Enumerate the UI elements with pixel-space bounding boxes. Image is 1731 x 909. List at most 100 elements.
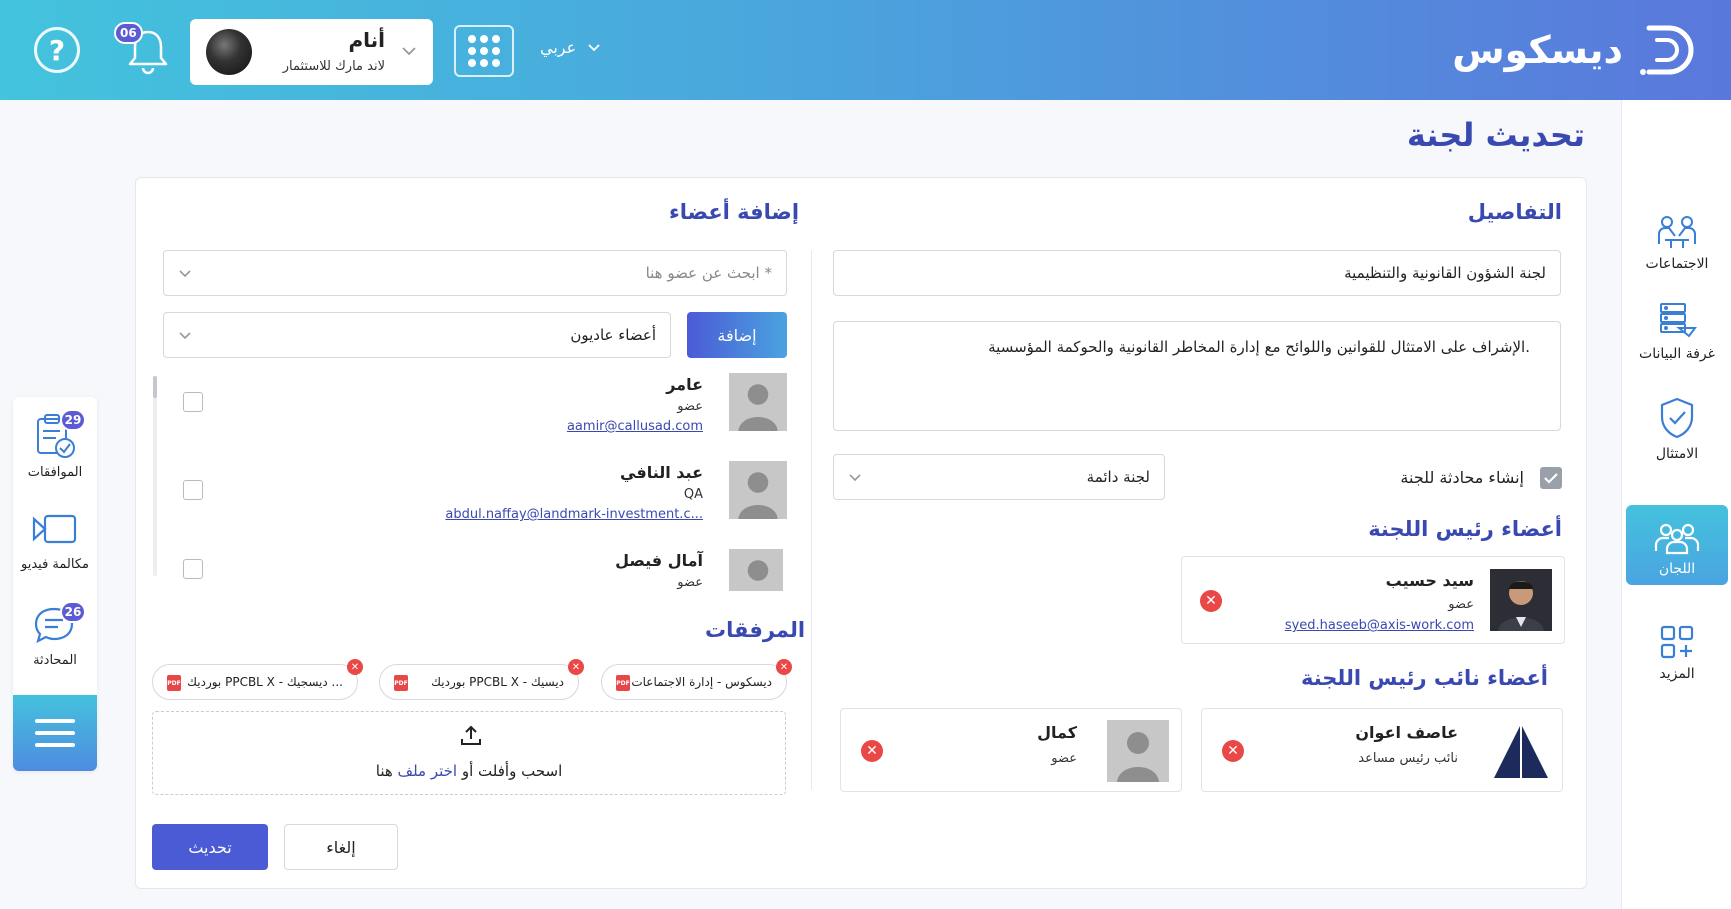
data-room-icon	[1660, 303, 1697, 338]
member-name: عبد النافي	[620, 463, 703, 482]
select-member-checkbox[interactable]	[183, 392, 203, 412]
select-member-checkbox[interactable]	[183, 480, 203, 500]
apps-grid-button[interactable]	[454, 25, 514, 77]
close-icon: ✕	[1227, 743, 1239, 759]
list-item: عامر عضو aamir@callusad.com	[163, 373, 787, 459]
app-logo[interactable]: ديسكوس	[1452, 16, 1701, 84]
pdf-file-icon: PDF	[394, 675, 408, 691]
attachments-section-title: المرفقات	[705, 618, 806, 642]
member-name: عامر	[666, 375, 703, 394]
nav-item-data-room[interactable]: غرفة البيانات	[1626, 290, 1728, 370]
checkmark-icon	[1544, 473, 1558, 484]
attachment-chip[interactable]: PDF بورديك PPCBL X - ديسجيك ... ✕	[152, 659, 363, 700]
nav-item-label: الاجتماعات	[1645, 256, 1709, 272]
pdf-file-icon: PDF	[616, 675, 630, 691]
remove-attachment-button[interactable]: ✕	[776, 659, 792, 675]
member-email[interactable]: abdul.naffay@landmark-investment.c...	[445, 507, 703, 522]
nav-item-label: الامتثال	[1655, 446, 1699, 462]
top-header: ديسكوس ? 06 أنام لاند مارك للاستثمار عرب…	[0, 0, 1731, 100]
dropzone-text: اسحب وأفلت أو اختر ملف هنا	[153, 762, 785, 780]
committees-icon	[1654, 523, 1700, 555]
pdf-file-icon: PDF	[167, 675, 181, 691]
list-item: عبد النافي QA abdul.naffay@landmark-inve…	[163, 461, 787, 547]
attachment-chip[interactable]: PDF ديسكوس - إدارة الاجتماعات ✕	[601, 659, 792, 700]
logo-text: ديسكوس	[1452, 28, 1623, 72]
compliance-shield-icon	[1660, 397, 1694, 439]
remove-attachment-button[interactable]: ✕	[347, 659, 363, 675]
vice-chair-section-title: أعضاء نائب رئيس اللجنة	[1300, 666, 1548, 690]
member-photo	[1490, 720, 1552, 782]
chevron-down-icon	[402, 47, 416, 56]
member-name: عاصف اعوان	[1355, 723, 1458, 742]
committee-description-field[interactable]: الإشراف على الامتثال للقوانين واللوائح م…	[833, 321, 1561, 431]
committee-description-value: الإشراف على الامتثال للقوانين واللوائح م…	[988, 338, 1530, 356]
member-photo-placeholder	[729, 461, 787, 519]
member-role: عضو	[1051, 751, 1077, 766]
attachment-name: بورديك PPCBL X - ديسجيك ...	[187, 675, 343, 689]
column-divider	[811, 250, 812, 790]
main-nav-sidebar: الاجتماعات غرفة البيانات الامتثال اللجان	[1621, 100, 1731, 909]
attachment-name: ديسكوس - إدارة الاجتماعات	[631, 675, 772, 689]
approvals-badge: 29	[60, 409, 86, 431]
nav-item-label: اللجان	[1658, 561, 1696, 577]
list-item: آمال فيصل عضو	[163, 549, 783, 591]
cancel-button[interactable]: إلغاء	[284, 824, 398, 870]
member-photo	[1490, 569, 1552, 631]
member-list-scrollbar[interactable]	[153, 376, 157, 576]
chevron-down-icon	[588, 43, 600, 51]
choose-file-link[interactable]: اختر ملف	[398, 762, 458, 780]
language-selector[interactable]: عربي	[540, 38, 602, 57]
chair-section-title: أعضاء رئيس اللجنة	[1368, 517, 1562, 541]
remove-member-button[interactable]: ✕	[1200, 590, 1222, 612]
dropzone-prompt: اسحب وأفلت أو	[461, 762, 563, 780]
vice-chair-member-card: عاصف اعوان نائب رئيس مساعد ✕	[1201, 708, 1563, 792]
nav-item-meetings[interactable]: الاجتماعات	[1626, 200, 1728, 280]
add-member-button[interactable]: إضافة	[687, 312, 787, 358]
create-chat-checkbox[interactable]	[1540, 467, 1562, 489]
remove-member-button[interactable]: ✕	[1222, 740, 1244, 762]
close-icon: ✕	[866, 743, 878, 759]
help-button[interactable]: ?	[34, 27, 80, 73]
attachment-chip[interactable]: PDF بورديك PPCBL X - ديسيك ✕	[379, 659, 584, 700]
close-icon: ✕	[779, 661, 789, 673]
quick-actions-sidebar: الموافقات 29 مكالمة فيديو المحادثة 26	[13, 397, 97, 771]
member-name: سيد حسيب	[1385, 571, 1474, 590]
member-type-select[interactable]: أعضاء عاديون	[163, 312, 671, 358]
close-icon: ✕	[1205, 593, 1217, 609]
remove-attachment-button[interactable]: ✕	[568, 659, 584, 675]
nav-item-committees[interactable]: اللجان	[1626, 505, 1728, 585]
notification-badge: 06	[114, 22, 143, 44]
file-dropzone[interactable]: اسحب وأفلت أو اختر ملف هنا	[152, 711, 786, 795]
nav-item-label: غرفة البيانات	[1639, 346, 1715, 362]
member-photo-placeholder	[729, 373, 787, 431]
vice-chair-member-card: كمال عضو ✕	[840, 708, 1182, 792]
member-photo-placeholder	[729, 549, 783, 591]
member-email[interactable]: aamir@callusad.com	[567, 419, 703, 434]
member-search-input[interactable]: ابحث عن عضو هنا *	[163, 250, 787, 296]
language-label: عربي	[540, 38, 577, 57]
committee-type-select[interactable]: لجنة دائمة	[833, 454, 1165, 500]
member-email[interactable]: syed.haseeb@axis-work.com	[1285, 618, 1474, 633]
nav-item-compliance[interactable]: الامتثال	[1626, 390, 1728, 470]
nav-item-label: المزيد	[1659, 666, 1695, 682]
chevron-down-icon	[179, 270, 191, 278]
remove-member-button[interactable]: ✕	[861, 740, 883, 762]
chevron-down-icon	[849, 474, 861, 482]
nav-item-more[interactable]: المزيد	[1626, 610, 1728, 690]
committee-type-value: لجنة دائمة	[1086, 468, 1150, 486]
committee-name-value: لجنة الشؤون القانونية والتنظيمية	[1344, 264, 1546, 282]
scrollbar-thumb[interactable]	[153, 376, 157, 398]
update-button[interactable]: تحديث	[152, 824, 268, 870]
member-role: عضو	[677, 575, 703, 590]
quick-item-video-call[interactable]: مكالمة فيديو	[13, 513, 97, 572]
committee-name-field[interactable]: لجنة الشؤون القانونية والتنظيمية	[833, 250, 1561, 296]
quick-item-label: المحادثة	[33, 653, 77, 668]
select-member-checkbox[interactable]	[183, 559, 203, 579]
add-members-section-title: إضافة أعضاء	[669, 200, 800, 224]
apps-grid-icon	[468, 35, 500, 67]
member-role: QA	[683, 487, 703, 502]
profile-switcher[interactable]: أنام لاند مارك للاستثمار	[190, 19, 433, 85]
menu-button[interactable]	[13, 695, 97, 771]
profile-name: أنام	[348, 28, 385, 52]
upload-icon	[461, 725, 481, 745]
